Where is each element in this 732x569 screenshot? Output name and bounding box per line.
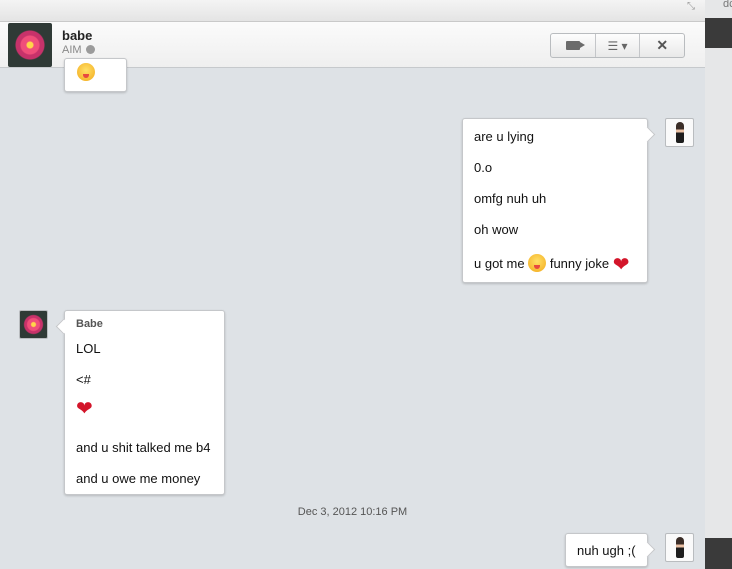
video-call-button[interactable] — [551, 34, 595, 57]
message-line: oh wow — [474, 222, 519, 237]
video-camera-icon — [565, 41, 580, 50]
my-avatar[interactable] — [665, 533, 694, 562]
partial-message-bubble — [64, 58, 127, 92]
sender-name: Babe — [76, 318, 103, 330]
my-message-bubble: are u lying 0.o omfg nuh uh oh wow u got… — [462, 118, 648, 283]
contact-status: AIM — [62, 44, 95, 56]
list-menu-icon: ☰ ▾ — [607, 38, 628, 53]
offline-status-icon — [85, 45, 95, 54]
message-text: funny joke — [549, 256, 610, 271]
message-timestamp: Dec 3, 2012 10:16 PM — [297, 506, 408, 518]
service-label: AIM — [62, 44, 82, 56]
chat-window: ⤡ babe AIM ☰ ▾ ✕ are u lying 0.o omfg nu… — [0, 0, 706, 569]
my-avatar[interactable] — [665, 118, 694, 147]
close-chat-button[interactable]: ✕ — [639, 34, 684, 57]
message-line: and u shit talked me b4 — [76, 440, 211, 455]
heart-emoji-icon: ❤ — [76, 398, 93, 420]
heart-emoji-icon: ❤ — [612, 254, 630, 276]
message-line: 0.o — [474, 160, 493, 175]
contact-avatar[interactable] — [8, 23, 52, 67]
message-line: are u lying — [474, 129, 534, 144]
message-line: <# — [76, 372, 91, 387]
background-window: dc — [705, 0, 732, 569]
message-line: LOL — [76, 341, 101, 356]
message-line: and u owe me money — [76, 471, 201, 486]
tongue-face-emoji-icon — [528, 254, 547, 272]
message-text: u got me — [474, 256, 525, 271]
header-button-group: ☰ ▾ ✕ — [550, 33, 685, 58]
tongue-face-emoji-icon — [77, 63, 95, 81]
message-line: omfg nuh uh — [474, 191, 547, 206]
background-window-text: dc — [723, 0, 732, 10]
contact-name: babe — [62, 28, 93, 43]
resize-icon[interactable]: ⤡ — [687, 1, 695, 12]
my-message-bubble: nuh ugh ;( — [565, 533, 648, 567]
message-line-with-emoji: u got me funny joke ❤ — [474, 254, 630, 276]
babe-message-bubble: Babe LOL <# ❤ and u shit talked me b4 an… — [64, 310, 225, 495]
close-icon: ✕ — [656, 37, 669, 53]
options-menu-button[interactable]: ☰ ▾ — [594, 34, 640, 57]
title-bar[interactable]: ⤡ — [0, 0, 705, 22]
message-line: nuh ugh ;( — [577, 543, 636, 558]
babe-avatar[interactable] — [19, 310, 48, 339]
message-line: ❤ — [76, 398, 93, 420]
